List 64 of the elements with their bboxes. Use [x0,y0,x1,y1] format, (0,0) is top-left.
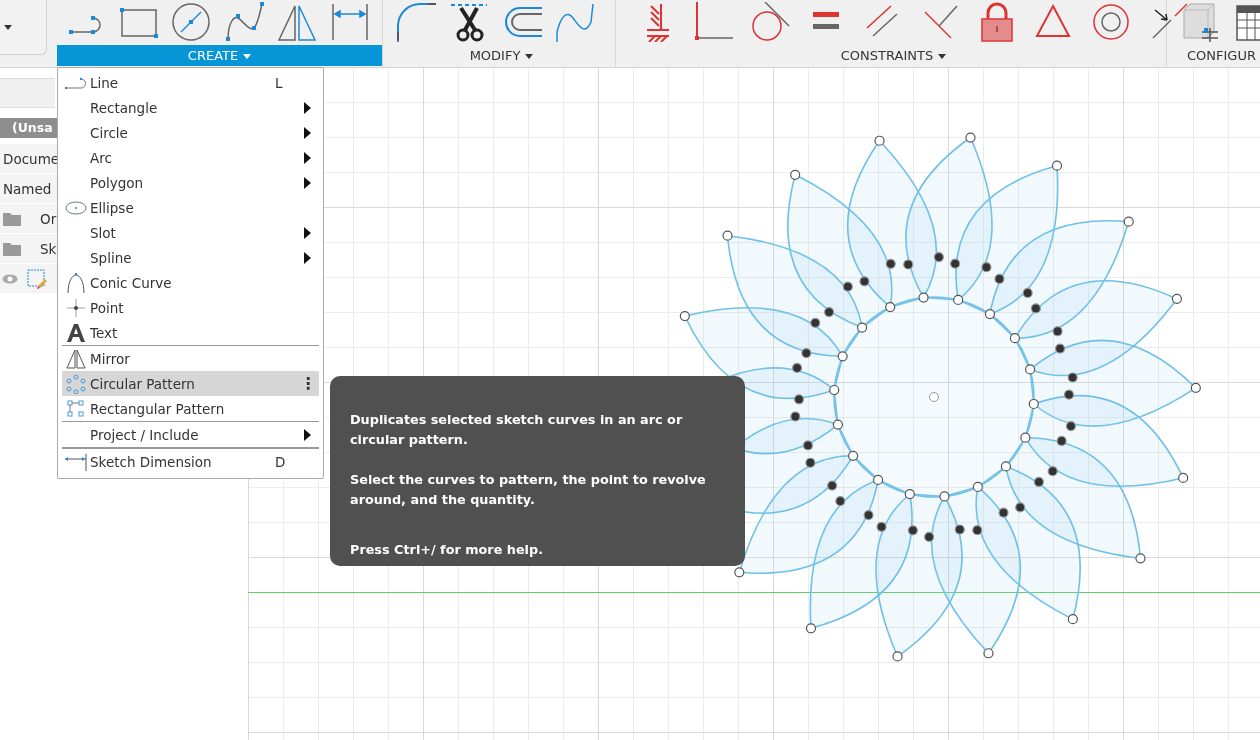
menu-item[interactable]: Conic Curve [62,270,319,295]
shortcut-key: D [275,453,286,470]
submenu-arrow-icon [304,101,311,114]
browser-item[interactable]: Docume [3,150,60,167]
cube-icon[interactable] [1180,2,1220,42]
menu-item[interactable]: Spline [62,245,319,270]
browser-header: (Unsa [0,118,57,138]
lock-icon[interactable] [979,2,1015,42]
menu-item[interactable]: Arc [62,145,319,170]
fillet-tool-icon[interactable] [396,2,436,42]
menu-item[interactable]: Ellipse [62,195,319,220]
ellipse-icon [65,200,87,215]
browser-item[interactable]: Or [40,210,57,227]
submenu-arrow-icon [304,126,311,139]
mirror-icon [66,348,86,369]
perpendicular-l-icon[interactable] [693,2,733,42]
menu-item[interactable]: Circle [62,120,319,145]
caret-icon [243,54,252,59]
search-field[interactable] [0,78,55,108]
folder-icon [2,210,22,227]
text-icon [66,322,86,343]
concentric-constraint-icon[interactable] [1091,2,1131,42]
circle-tool-icon[interactable] [171,2,211,42]
submenu-arrow-icon [304,176,311,189]
dimension-icon [64,452,88,471]
caret-icon [938,54,947,59]
eye-icon[interactable] [2,273,18,284]
conic-curve-icon [66,271,86,294]
ribbon-group-button[interactable]: MODIFY [388,45,615,66]
folder-icon [2,240,22,257]
ribbon-group-button[interactable]: CONSTRAINTS [621,45,1166,66]
curve-tool-icon[interactable] [555,2,595,42]
menu-item[interactable]: Slot [62,220,319,245]
ribbon-group-button[interactable]: CONFIGUR [1172,45,1260,66]
menu-item[interactable]: Rectangle [62,95,319,120]
menu-item[interactable]: Line L [62,70,319,95]
submenu-arrow-icon [304,251,311,264]
submenu-arrow-icon [304,428,311,441]
tooltip-text: Select the curves to pattern, the point to revolve around, and the quantity. [350,471,707,509]
table-icon[interactable] [1233,2,1260,42]
point-icon [66,297,86,318]
circular-pattern-icon [66,373,86,394]
dimension-tool-icon[interactable] [330,2,370,42]
line-icon [65,75,87,90]
tooltip-text: Press Ctrl+/ for more help. [350,541,544,559]
caret-icon [4,24,12,30]
menu-item[interactable]: Circular Pattern ⋮ [62,371,319,396]
menu-item[interactable]: Text [62,320,319,345]
browser-item[interactable]: Sk [40,240,57,257]
shortcut-key: L [275,74,283,91]
rectangular-pattern-icon [66,398,86,419]
spline-tool-icon[interactable] [224,2,264,42]
menu-item[interactable]: Rectangular Pattern [62,396,319,421]
submenu-arrow-icon [304,226,311,239]
menu-item[interactable]: Project / Include [62,421,319,447]
tangent-constraint-icon[interactable] [751,2,791,42]
menu-item[interactable]: Sketch Dimension D [62,447,319,474]
menu-item[interactable]: Polygon [62,170,319,195]
caret-icon [525,54,534,59]
more-options-button[interactable]: ⋮ [300,374,316,393]
scissors-icon[interactable] [449,2,489,42]
tooltip-text: Duplicates selected sketch curves in an arc or circular pattern. [350,411,684,449]
submenu-arrow-icon [304,151,311,164]
menu-item[interactable]: Point [62,295,319,320]
